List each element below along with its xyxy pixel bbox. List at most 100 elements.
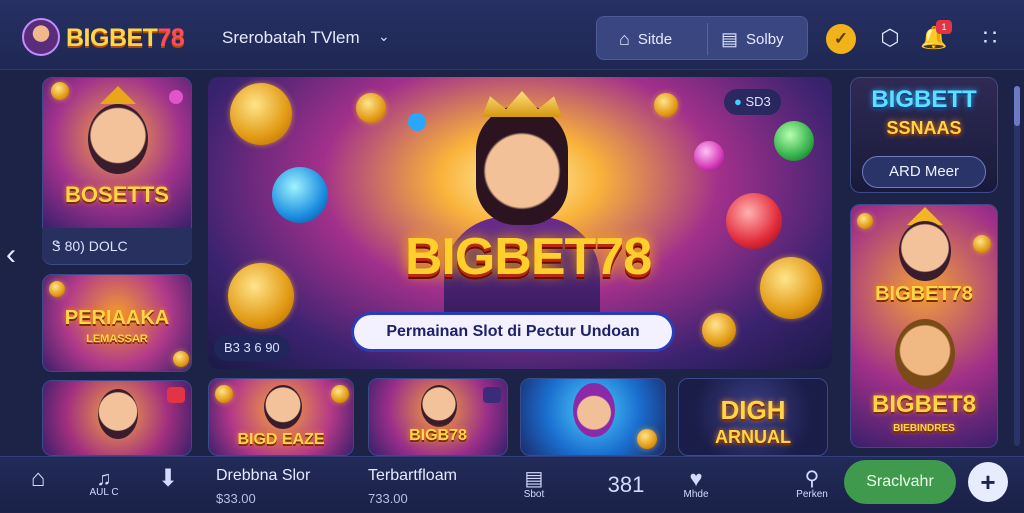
promo-title: BIGBETT (871, 86, 977, 113)
character-face (899, 221, 951, 281)
character-face (98, 389, 138, 439)
settings-icon[interactable]: ⬡ (876, 24, 904, 52)
solby-button[interactable]: ▤ Solby (721, 17, 784, 61)
card-caption: Ꮥ 80) DOLC (42, 228, 192, 264)
card-title: BOSETTS (65, 182, 169, 207)
nav-perken-label: Perken (796, 489, 828, 500)
info-pill[interactable]: ● SD3 (724, 89, 781, 115)
coin (702, 313, 736, 347)
nav-music[interactable]: ♫ AUL C (84, 457, 124, 513)
badge (167, 387, 185, 403)
logo-avatar[interactable] (22, 18, 60, 56)
coin (356, 93, 386, 123)
coin (637, 429, 657, 449)
scrollbar-track[interactable] (1014, 86, 1020, 446)
card-subtitle: LEMASSAR (86, 333, 148, 345)
crown (100, 86, 136, 104)
segmented-control: ⌂ Sitde ▤ Solby (596, 16, 808, 60)
nav-perken[interactable]: ⚲ Perken (790, 457, 834, 513)
hero-crown (482, 91, 562, 117)
game-card-3-bottom[interactable] (520, 378, 666, 456)
ard-meer-button[interactable]: ARD Meer (862, 156, 986, 188)
gem (408, 113, 426, 131)
banner-stat-pill: B3 3 6 90 (214, 335, 290, 361)
sraclvahr-button[interactable]: Sraclvahr (844, 460, 956, 504)
gem (774, 121, 814, 161)
gem (726, 193, 782, 249)
card-subtitle: ARNUAL (715, 427, 791, 447)
card-title: BIGD EAZE (237, 431, 325, 448)
nav-download[interactable]: ⬇ (148, 457, 188, 513)
nav-mhde-label: Mhde (683, 489, 709, 500)
solby-label: Solby (746, 30, 784, 48)
promo-subtitle: SSNAAS (886, 118, 962, 138)
chevron-down-icon[interactable]: ⌄ (378, 28, 392, 44)
chevron-left-icon[interactable]: ‹ (6, 238, 30, 272)
divider (707, 23, 708, 55)
coin (973, 235, 991, 253)
card-title: BIGBET78 (875, 283, 973, 305)
wallet-icon: ▤ (721, 28, 739, 49)
nav-sbot[interactable]: ▤ Sbot (512, 457, 556, 513)
nav-title[interactable]: Srerobatah TVlem (222, 28, 360, 48)
download-icon: ⬇ (157, 465, 179, 492)
coin (215, 385, 233, 403)
game-card-3[interactable] (42, 380, 192, 456)
hero-face (476, 105, 568, 225)
nav-home[interactable]: ⌂ (18, 457, 58, 513)
info-pill-text: SD3 (745, 94, 771, 109)
notification-badge: 1 (936, 20, 952, 34)
promo-text-2[interactable]: Terbartfloam (368, 467, 457, 485)
character-face (895, 319, 955, 389)
logo[interactable]: BIGBET78 (66, 24, 185, 53)
card-subtitle: BIEBINDRES (893, 423, 955, 434)
card-title: BIGB78 (409, 427, 467, 444)
apps-grid-icon[interactable]: ∷ (976, 24, 1004, 52)
character-face (264, 385, 302, 429)
logo-number: 78 (157, 24, 185, 52)
glyph-text[interactable]: 381 (596, 457, 656, 513)
card-title: DIGH (720, 395, 786, 425)
coin (51, 82, 69, 100)
sitde-label: Sitde (637, 30, 673, 48)
banner-subtitle: Permainan Slot di Pectur Undoan (354, 315, 672, 349)
promo-text-1-sub: $33.00 (216, 491, 256, 506)
character-face (421, 385, 457, 427)
coin (760, 257, 822, 319)
card-title: PERIAAKA (64, 307, 170, 329)
promo-text-1[interactable]: Drebbna Slor (216, 467, 310, 485)
coin (230, 83, 292, 145)
coin (654, 93, 678, 117)
character-face (88, 104, 148, 174)
game-card-bigd-eaze[interactable]: BIGD EAZE (208, 378, 354, 456)
nav-sbot-label: Sbot (523, 489, 545, 500)
info-icon: ● (734, 94, 742, 109)
coin (49, 281, 65, 297)
game-card-bigb78[interactable]: BIGB78 (368, 378, 508, 456)
gem (169, 90, 183, 104)
top-bar: BIGBET78 Srerobatah TVlem ⌄ ⌂ Sitde ▤ So… (0, 0, 1024, 70)
coin (228, 263, 294, 329)
coin (331, 385, 349, 403)
card-title-2: BIGBET8 (871, 391, 976, 418)
hero-banner[interactable]: ● SD3 BIGBET78 Permainan Slot di Pectur … (208, 77, 832, 369)
scrollbar-thumb[interactable] (1014, 86, 1020, 126)
game-card-periaaka[interactable]: PERIAAKA LEMASSAR (42, 274, 192, 372)
character-face (573, 383, 615, 437)
game-card-digh-arnual[interactable]: DIGH ARNUAL (678, 378, 828, 456)
badge (483, 387, 501, 403)
coin (857, 213, 873, 229)
coin (173, 351, 189, 367)
home-icon: ⌂ (30, 465, 46, 492)
game-card-bigbet78-tall[interactable]: BIGBET78 BIGBET8 BIEBINDRES (850, 204, 998, 448)
promo-text-2-sub: 733.00 (368, 491, 408, 506)
coin-badge-icon[interactable]: ✓ (826, 24, 856, 54)
sitde-button[interactable]: ⌂ Sitde (619, 17, 672, 61)
home-icon: ⌂ (619, 28, 630, 49)
nav-mhde[interactable]: ♥ Mhde (674, 457, 718, 513)
gem (694, 141, 724, 171)
logo-text: BIGBET (66, 24, 158, 52)
plus-icon[interactable]: + (968, 462, 1008, 502)
banner-title: BIGBET78 (404, 228, 652, 286)
nav-music-label: AUL C (89, 487, 119, 498)
